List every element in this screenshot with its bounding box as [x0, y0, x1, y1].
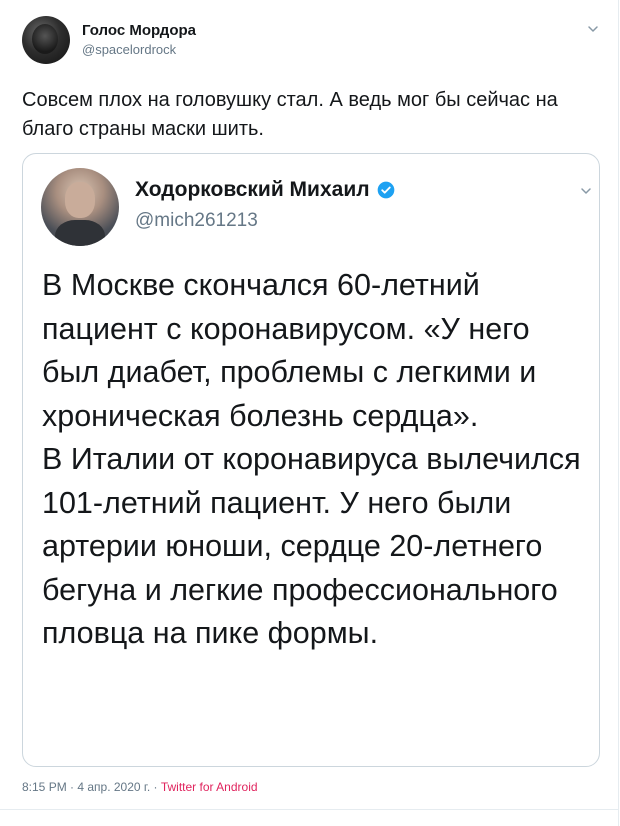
quoted-tweet[interactable]: Ходорковский Михаил @mich261213 В Москве… — [22, 153, 600, 767]
chevron-down-icon[interactable] — [586, 22, 600, 36]
quoted-author-name-row[interactable]: Ходорковский Михаил — [135, 178, 396, 202]
tweet-source[interactable]: Twitter for Android — [161, 780, 258, 794]
tweet-container: Голос Мордора @spacelordrock Совсем плох… — [0, 0, 619, 826]
divider — [0, 809, 619, 810]
quoted-author-name[interactable]: Ходорковский Михаил — [135, 178, 370, 202]
quoted-author-handle[interactable]: @mich261213 — [135, 210, 258, 232]
tweet-meta: 8:15 PM · 4 апр. 2020 г. · Twitter for A… — [22, 780, 258, 794]
tweet-text: Совсем плох на головушку стал. А ведь мо… — [22, 89, 558, 140]
quoted-tweet-text: В Москве скончался 60-летний пациент с к… — [42, 268, 581, 650]
author-avatar[interactable] — [22, 16, 70, 64]
tweet-timestamp[interactable]: 8:15 PM · 4 апр. 2020 г. · — [22, 780, 161, 794]
verified-badge-icon — [377, 181, 394, 199]
quoted-author-avatar[interactable] — [41, 168, 119, 246]
author-handle[interactable]: @spacelordrock — [82, 42, 176, 57]
author-name[interactable]: Голос Мордора — [82, 22, 196, 39]
chevron-down-icon[interactable] — [579, 184, 593, 198]
